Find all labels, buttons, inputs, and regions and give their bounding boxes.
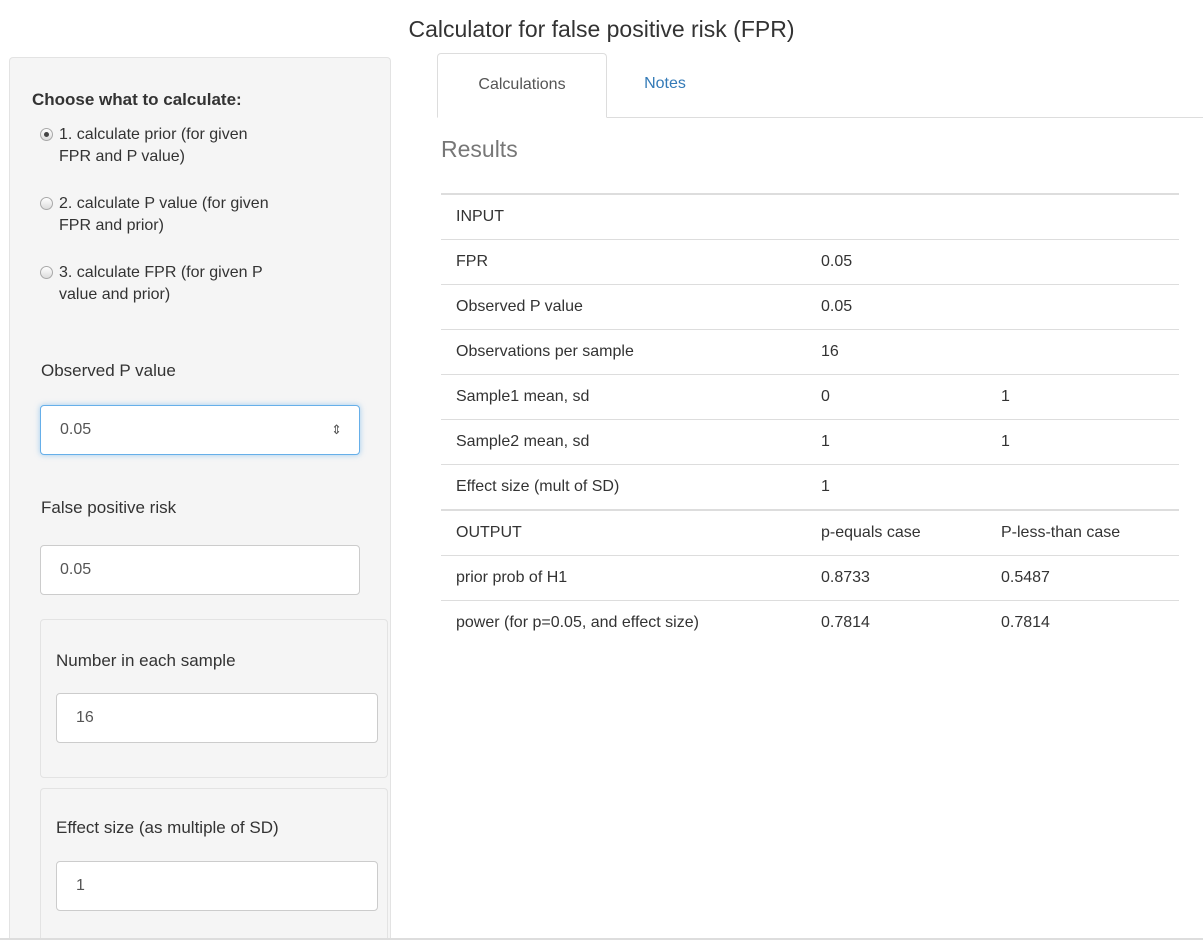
table-row: INPUT	[441, 193, 1179, 240]
table-cell	[986, 193, 1179, 240]
table-cell: OUTPUT	[441, 509, 806, 556]
radio-checked-icon[interactable]	[40, 128, 53, 141]
spinner-arrows-icon[interactable]: ⇕	[331, 406, 342, 454]
table-cell	[986, 329, 1179, 375]
table-cell	[986, 284, 1179, 330]
table-cell: 1	[806, 419, 986, 465]
table-cell: 0.7814	[806, 600, 986, 645]
table-cell: 0.05	[806, 284, 986, 330]
table-cell: Sample1 mean, sd	[441, 374, 806, 420]
table-cell: power (for p=0.05, and effect size)	[441, 600, 806, 645]
radio-unchecked-icon[interactable]	[40, 197, 53, 210]
table-cell: 0.8733	[806, 555, 986, 601]
table-row: FPR 0.05	[441, 239, 1179, 285]
pvalue-label: Observed P value	[41, 361, 176, 380]
table-cell: 1	[986, 419, 1179, 465]
effect-size-input-value: 1	[76, 877, 85, 894]
table-cell: p-equals case	[806, 509, 986, 556]
page-title: Calculator for false positive risk (FPR)	[408, 16, 795, 42]
results-heading: Results	[441, 136, 518, 162]
table-cell: 0	[806, 374, 986, 420]
results-table: INPUT FPR 0.05 Observed P value 0.05 Observat…	[441, 193, 1179, 645]
table-cell	[986, 239, 1179, 285]
radio-unchecked-icon[interactable]	[40, 266, 53, 279]
table-row: power (for p=0.05, and effect size) 0.781…	[441, 600, 1179, 645]
table-cell: Sample2 mean, sd	[441, 419, 806, 465]
table-row: prior prob of H1 0.8733 0.5487	[441, 555, 1179, 601]
effect-size-input[interactable]: 1	[56, 861, 378, 911]
table-row: OUTPUT p-equals case P-less-than case	[441, 509, 1179, 556]
fpr-input-value: 0.05	[60, 561, 92, 578]
table-cell: prior prob of H1	[441, 555, 806, 601]
tab-calculations[interactable]: Calculations	[437, 53, 607, 118]
radio-option-label: 3. calculate FPR (for given Pvalue and p…	[59, 264, 263, 303]
table-cell: 16	[806, 329, 986, 375]
table-row: Observed P value 0.05	[441, 284, 1179, 330]
table-cell: Observations per sample	[441, 329, 806, 375]
table-cell: 1	[986, 374, 1179, 420]
table-cell	[806, 193, 986, 240]
table-cell: INPUT	[441, 193, 806, 240]
radio-option-label: 2. calculate P value (for given FPR and p…	[59, 195, 269, 234]
table-cell: 1	[806, 464, 986, 510]
tab-bar: Calculations Notes	[437, 53, 1203, 118]
table-cell: Observed P value	[441, 284, 806, 330]
tab-notes[interactable]: Notes	[607, 53, 723, 118]
calculation-choice-heading: Choose what to calculate:	[32, 90, 242, 109]
sample-size-input[interactable]: 16	[56, 693, 378, 743]
pvalue-input[interactable]: 0.05 ⇕	[40, 405, 360, 455]
table-row: Observations per sample 16	[441, 329, 1179, 375]
table-cell	[986, 464, 1179, 510]
table-cell: 0.7814	[986, 600, 1179, 645]
table-cell: Effect size (mult of SD)	[441, 464, 806, 510]
effect-size-label: Effect size (as multiple of SD)	[56, 818, 279, 837]
radio-option-label: 1. calculate prior (for given FPR and P v…	[59, 126, 248, 165]
table-cell: 0.5487	[986, 555, 1179, 601]
sample-size-input-value: 16	[76, 709, 94, 726]
table-cell: FPR	[441, 239, 806, 285]
table-cell: P-less-than case	[986, 509, 1179, 556]
sample-size-label: Number in each sample	[56, 651, 236, 670]
table-row: Sample1 mean, sd 0 1	[441, 374, 1179, 420]
pvalue-input-value: 0.05	[60, 421, 92, 438]
fpr-label: False positive risk	[41, 498, 177, 517]
fpr-input[interactable]: 0.05	[40, 545, 360, 595]
table-row: Effect size (mult of SD) 1	[441, 464, 1179, 510]
table-row: Sample2 mean, sd 1 1	[441, 419, 1179, 465]
table-cell: 0.05	[806, 239, 986, 285]
